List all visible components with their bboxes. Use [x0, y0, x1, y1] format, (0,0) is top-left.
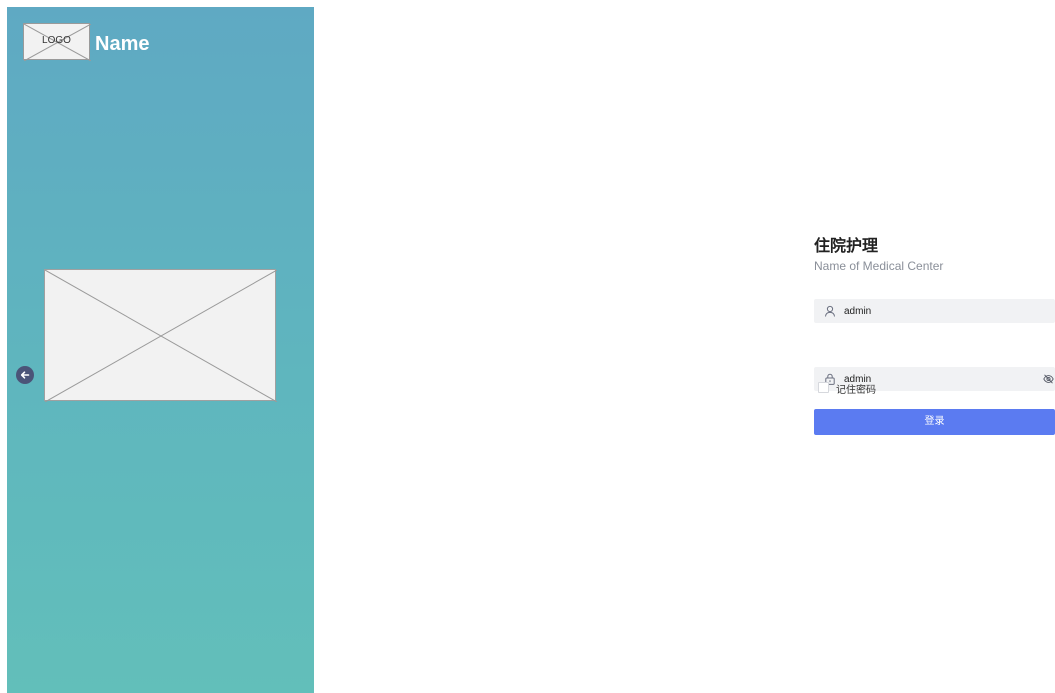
brand-panel: LOGO Name	[7, 7, 314, 693]
logo-placeholder: LOGO	[23, 23, 91, 61]
collapse-button[interactable]	[16, 366, 34, 384]
form-title: 住院护理	[814, 236, 879, 255]
image-placeholder-cross	[45, 270, 277, 402]
eye-off-icon[interactable]	[1043, 374, 1054, 384]
user-icon	[825, 305, 835, 317]
login-button[interactable]: 登录	[814, 409, 1055, 435]
logo-text: LOGO	[42, 35, 71, 46]
medical-center-name: Name of Medical Center	[814, 259, 944, 273]
username-field[interactable]	[814, 299, 1055, 323]
remember-label: 记住密码	[836, 385, 876, 396]
login-page: LOGO Name 住院护理 Name of Medical Center ad…	[0, 0, 1055, 693]
brand-name: Name	[95, 33, 150, 55]
remember-checkbox[interactable]	[818, 382, 829, 393]
username-input[interactable]	[844, 299, 1034, 323]
arrow-left-icon	[20, 371, 30, 379]
hero-image-placeholder	[44, 269, 277, 402]
